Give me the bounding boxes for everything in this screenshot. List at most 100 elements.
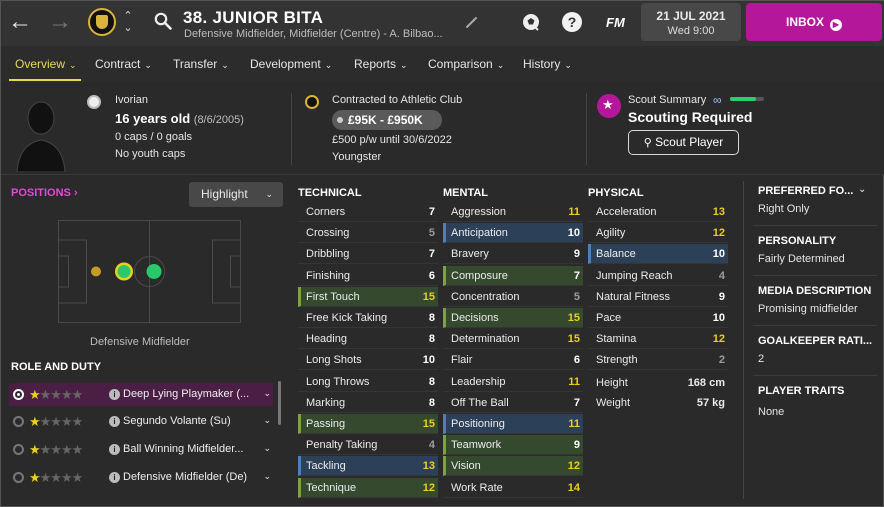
tab-history[interactable]: History ⌄ <box>523 57 572 71</box>
chevron-down-icon[interactable]: ⌄ <box>263 388 271 399</box>
info-icon[interactable]: i <box>109 416 120 427</box>
attribute-row[interactable]: Strength 2 <box>588 350 728 371</box>
attribute-value: 15 <box>567 312 580 324</box>
attribute-row[interactable]: Positioning 11 <box>443 414 583 434</box>
attribute-row[interactable]: Stamina 12 <box>588 329 728 350</box>
roles-scrollbar[interactable] <box>278 381 281 425</box>
attribute-row[interactable]: Vision 12 <box>443 456 583 477</box>
attribute-value: 12 <box>422 481 435 494</box>
tab-reports[interactable]: Reports ⌄ <box>354 57 408 71</box>
attribute-row[interactable]: Technique 12 <box>298 477 438 498</box>
tab-contract[interactable]: Contract ⌄ <box>95 57 152 71</box>
attribute-row[interactable]: Jumping Reach 4 <box>588 266 728 286</box>
attribute-row[interactable]: Heading 8 <box>298 329 438 350</box>
tab-bar: Overview ⌄ Contract ⌄ Transfer ⌄ Developmen… <box>1 46 884 82</box>
attribute-row[interactable]: Passing 15 <box>298 414 438 434</box>
info-icon[interactable]: i <box>109 444 120 455</box>
highlight-dropdown[interactable]: Highlight ⌄ <box>189 182 283 207</box>
role-radio[interactable] <box>13 389 24 400</box>
attribute-row[interactable]: First Touch 15 <box>298 286 438 307</box>
attribute-name: Stamina <box>596 333 637 346</box>
pencil-icon[interactable] <box>465 15 479 29</box>
info-icon[interactable]: i <box>109 389 120 400</box>
height-row: Height 168 cm <box>588 377 728 397</box>
attribute-row[interactable]: Teamwork 9 <box>443 435 583 456</box>
attribute-row[interactable]: Composure 7 <box>443 265 583 286</box>
chevron-down-icon[interactable]: ⌄ <box>263 415 271 426</box>
attribute-name: Pace <box>596 312 622 324</box>
search-icon[interactable] <box>154 12 172 30</box>
divider <box>753 275 877 276</box>
attribute-row[interactable]: Natural Fitness 9 <box>588 287 728 307</box>
chevron-down-icon[interactable]: ⌄ <box>263 443 271 454</box>
role-name: Segundo Volante (Su) <box>123 415 231 427</box>
attribute-row[interactable]: Finishing 6 <box>298 266 438 286</box>
value-dot <box>337 117 343 123</box>
role-stars: ★★★★★ <box>29 470 83 485</box>
positions-title: POSITIONS <box>11 187 71 199</box>
attribute-row[interactable]: Flair 6 <box>443 350 583 371</box>
chevron-down-icon: ⌄ <box>69 60 77 70</box>
contract-club[interactable]: Contracted to Athletic Club <box>332 94 462 106</box>
chevron-down-icon[interactable]: ⌄ <box>858 184 866 195</box>
preferred-foot-title: PREFERRED FO... <box>758 185 854 197</box>
forward-arrow-icon[interactable]: → <box>48 9 72 35</box>
attribute-value: 7 <box>573 269 580 282</box>
scout-player-button[interactable]: ⚲ Scout Player <box>628 130 739 155</box>
role-row[interactable]: ★★★★★ i Ball Winning Midfielder... ⌄ <box>9 438 273 461</box>
tab-overview[interactable]: Overview ⌄ <box>15 57 77 71</box>
tab-transfer[interactable]: Transfer ⌄ <box>173 57 229 71</box>
attribute-row[interactable]: Off The Ball 7 <box>443 393 583 413</box>
tab-development[interactable]: Development ⌄ <box>250 57 332 71</box>
attribute-row[interactable]: Agility 12 <box>588 223 728 244</box>
attribute-row[interactable]: Acceleration 13 <box>588 202 728 222</box>
info-icon[interactable]: i <box>109 472 120 483</box>
attribute-row[interactable]: Crossing 5 <box>298 223 438 244</box>
chevron-down-icon[interactable]: ⌄ <box>263 471 271 482</box>
chevron-down-icon[interactable]: ⌄ <box>122 23 134 34</box>
role-radio[interactable] <box>13 416 24 427</box>
attribute-row[interactable]: Dribbling 7 <box>298 244 438 265</box>
attribute-row[interactable]: Long Throws 8 <box>298 372 438 392</box>
back-arrow-icon[interactable]: ← <box>8 9 32 35</box>
attribute-row[interactable]: Marking 8 <box>298 393 438 413</box>
football-icon[interactable] <box>520 11 542 33</box>
positions-link[interactable]: POSITIONS › <box>11 187 78 199</box>
attribute-row[interactable]: Pace 10 <box>588 308 728 328</box>
attribute-row[interactable]: Bravery 9 <box>443 244 583 265</box>
attribute-value: 6 <box>573 354 580 367</box>
attribute-row[interactable]: Concentration 5 <box>443 287 583 307</box>
attribute-row[interactable]: Decisions 15 <box>443 308 583 328</box>
attribute-row[interactable]: Work Rate 14 <box>443 478 583 498</box>
attribute-row[interactable]: Corners 7 <box>298 202 438 222</box>
fm-logo[interactable]: FM <box>606 15 625 30</box>
attribute-value: 12 <box>712 227 725 240</box>
attribute-row[interactable]: Tackling 13 <box>298 456 438 477</box>
divider <box>753 225 877 226</box>
inbox-button[interactable]: INBOX ▶ <box>746 3 882 41</box>
attribute-row[interactable]: Penalty Taking 4 <box>298 435 438 456</box>
chevron-up-icon[interactable]: ⌃ <box>122 11 134 22</box>
player-name-title: 38. JUNIOR BITA <box>183 8 324 27</box>
attribute-row[interactable]: Free Kick Taking 8 <box>298 308 438 328</box>
role-radio[interactable] <box>13 444 24 455</box>
attribute-row[interactable]: Balance 10 <box>588 244 728 265</box>
role-row[interactable]: ★★★★★ i Segundo Volante (Su) ⌄ <box>9 410 273 433</box>
media-description-value: Promising midfielder <box>758 303 858 315</box>
attribute-value: 4 <box>718 269 725 282</box>
attribute-row[interactable]: Anticipation 10 <box>443 223 583 244</box>
attribute-value: 10 <box>422 354 435 367</box>
transfer-value-badge[interactable]: £95K - £950K <box>332 110 442 130</box>
attribute-row[interactable]: Determination 15 <box>443 329 583 350</box>
attribute-row[interactable]: Aggression 11 <box>443 202 583 222</box>
role-row[interactable]: ★★★★★ i Deep Lying Playmaker (... ⌄ <box>9 383 273 406</box>
infinity-icon: ∞ <box>713 93 722 107</box>
attribute-row[interactable]: Leadership 11 <box>443 372 583 392</box>
role-row[interactable]: ★★★★★ i Defensive Midfielder (De) ⌄ <box>9 466 273 489</box>
tab-comparison[interactable]: Comparison ⌄ <box>428 57 504 71</box>
role-radio[interactable] <box>13 472 24 483</box>
attribute-row[interactable]: Long Shots 10 <box>298 350 438 371</box>
game-date-button[interactable]: 21 JUL 2021 Wed 9:00 <box>641 3 741 41</box>
help-icon[interactable]: ? <box>562 12 582 32</box>
mental-header: MENTAL <box>443 187 489 199</box>
